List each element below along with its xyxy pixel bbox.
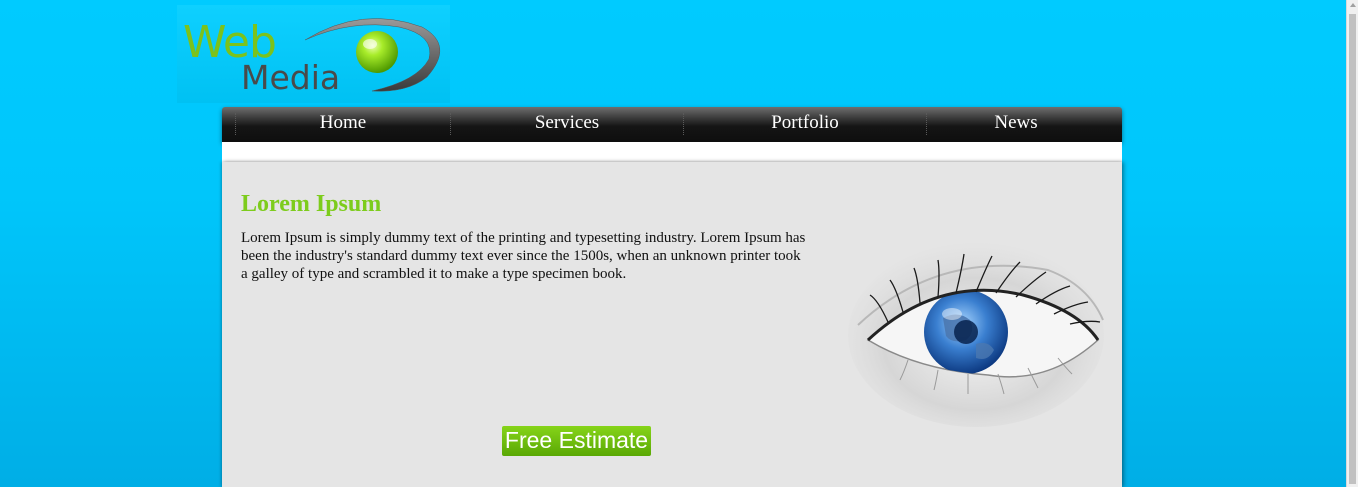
nav-item-portfolio[interactable]: Portfolio — [684, 107, 926, 139]
scroll-up-arrow-icon[interactable] — [1350, 3, 1356, 7]
scrollbar-thumb[interactable] — [1349, 14, 1356, 484]
eye-orb-icon: Web Media — [183, 17, 441, 97]
nav-item-services[interactable]: Services — [451, 107, 683, 139]
nav-divider-strip — [222, 142, 1122, 162]
nav-item-news[interactable]: News — [927, 107, 1105, 139]
main-navigation: Home Services Portfolio News — [222, 107, 1122, 142]
eye-with-globe-image — [848, 240, 1104, 430]
nav-item-home[interactable]: Home — [236, 107, 450, 139]
logo-text-media: Media — [241, 58, 340, 97]
page-scrollbar[interactable] — [1346, 0, 1358, 487]
main-content: Lorem Ipsum Lorem Ipsum is simply dummy … — [222, 162, 1122, 487]
site-logo[interactable]: Web Media — [177, 5, 450, 103]
content-heading: Lorem Ipsum — [241, 191, 382, 217]
free-estimate-button[interactable]: Free Estimate — [502, 426, 651, 456]
content-paragraph: Lorem Ipsum is simply dummy text of the … — [241, 230, 806, 282]
